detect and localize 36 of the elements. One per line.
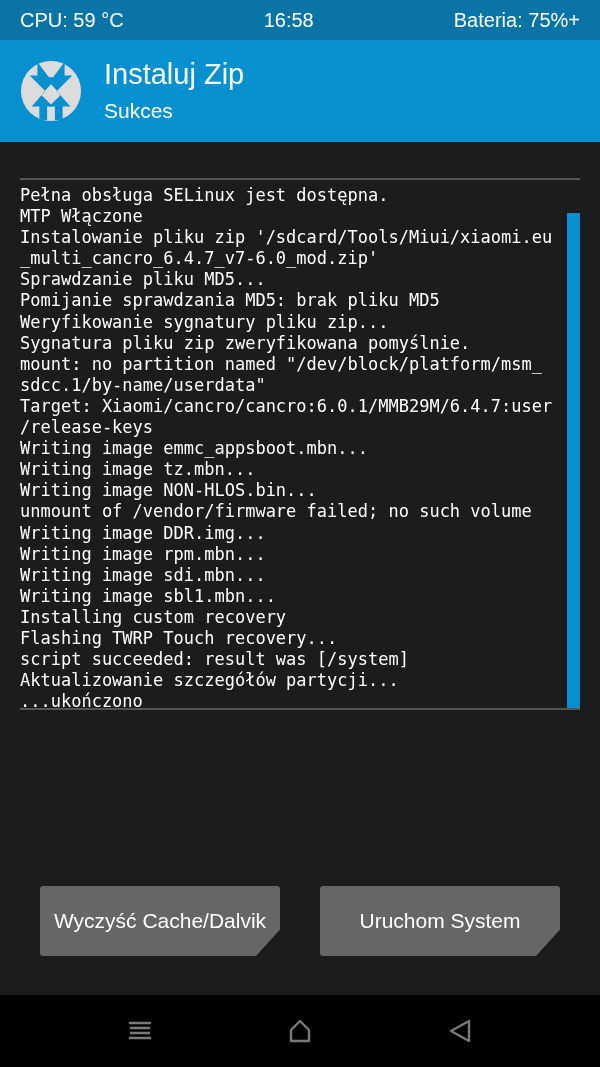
page-subtitle: Sukces [104, 98, 174, 124]
log-line: Weryfikowanie sygnatury pliku zip... [20, 311, 390, 333]
log-line: ...ukończono [20, 691, 144, 713]
log-line: Sprawdzanie pliku MD5... [20, 269, 267, 291]
home-icon[interactable] [287, 1018, 313, 1044]
scrollbar[interactable] [567, 213, 580, 708]
log-line: Target: Xiaomi/cancro/cancro:6.0.1/MMB29M/6.4.7:user [20, 395, 554, 418]
log-line: mount: no partition named "/dev/block/platform/msm_ [20, 353, 543, 375]
log-line: Writing image sbl1.mbn... [20, 585, 277, 607]
logo-icon [20, 60, 82, 122]
log-line: sdcc.1/by-name/userdata" [20, 374, 267, 396]
log-line: Instalowanie pliku zip '/sdcard/Tools/Miui/xiaomi.eu [20, 227, 554, 249]
action-button[interactable]: Uruchom System [320, 886, 560, 956]
log-line: unmount of /vendor/firmware failed; no such volume [20, 501, 533, 523]
log-line: _multi_cancro_6.4.7_v7-6.0_mod.zip' [20, 248, 380, 270]
log-line: Sygnatura pliku zip zweryfikowana pomyślnie. [20, 332, 472, 354]
log-line: Aktualizowanie szczegółów partycji... [20, 670, 400, 692]
log-line: Writing image DDR.img... [20, 522, 267, 544]
battery-level: Bateria: 75%+ [453, 8, 580, 32]
log-line: MTP Włączone [20, 206, 144, 228]
cpu-temperature: CPU: 59 °C [20, 8, 124, 32]
log-line: Writing image tz.mbn... [20, 459, 257, 481]
log-line: /release-keys [20, 417, 155, 439]
log-line: Writing image emmc_appsboot.mbn... [20, 438, 369, 460]
log-line: Writing image sdi.mbn... [20, 564, 267, 586]
log-line: script succeeded: result was [/system] [20, 649, 410, 671]
back-icon[interactable] [447, 1018, 473, 1044]
log-line: Writing image rpm.mbn... [20, 543, 267, 565]
clock: 16:58 [263, 8, 314, 32]
page-title: Instaluj Zip [104, 57, 245, 92]
action-button[interactable]: Wyczyść Cache/Dalvik [40, 886, 280, 956]
log-line: Pomijanie sprawdzania MD5: brak pliku MD5 [20, 290, 441, 312]
log-line: Installing custom recovery [20, 606, 288, 628]
log-line: Flashing TWRP Touch recovery... [20, 627, 339, 650]
log-line: Pełna obsługa SELinux jest dostępna. [20, 185, 390, 207]
log-line: Writing image NON-HLOS.bin... [20, 480, 318, 502]
